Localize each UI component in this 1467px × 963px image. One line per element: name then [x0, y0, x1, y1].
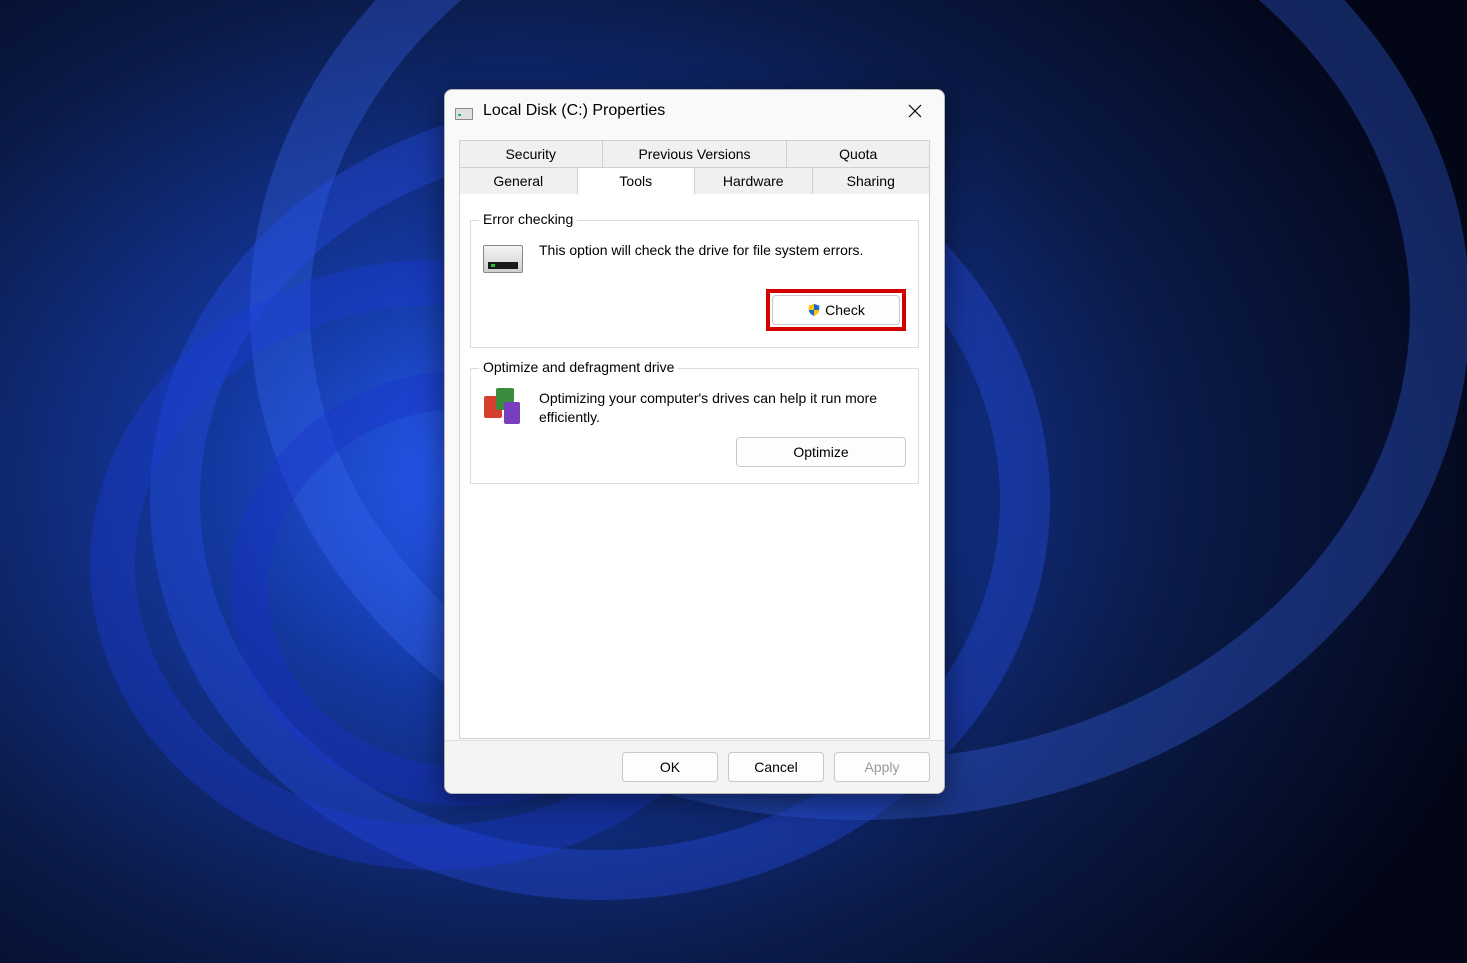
optimize-legend: Optimize and defragment drive — [479, 359, 678, 375]
tab-general[interactable]: General — [459, 167, 578, 194]
close-button[interactable] — [892, 95, 938, 127]
check-button[interactable]: Check — [772, 295, 900, 325]
drive-check-icon — [483, 239, 523, 279]
ok-button[interactable]: OK — [622, 752, 718, 782]
check-button-label: Check — [825, 302, 865, 318]
tab-previous-versions[interactable]: Previous Versions — [602, 140, 788, 167]
window-title: Local Disk (C:) Properties — [483, 102, 892, 120]
tab-hardware[interactable]: Hardware — [694, 167, 813, 194]
defrag-icon — [483, 387, 523, 427]
error-checking-legend: Error checking — [479, 211, 577, 227]
properties-dialog: Local Disk (C:) Properties Security Prev… — [444, 89, 945, 794]
cancel-button[interactable]: Cancel — [728, 752, 824, 782]
tab-quota[interactable]: Quota — [786, 140, 930, 167]
tab-content-tools: Error checking This option will check th… — [459, 194, 930, 739]
tab-security[interactable]: Security — [459, 140, 603, 167]
uac-shield-icon — [807, 303, 821, 317]
tab-sharing[interactable]: Sharing — [812, 167, 931, 194]
error-checking-group: Error checking This option will check th… — [470, 220, 919, 348]
titlebar[interactable]: Local Disk (C:) Properties — [445, 90, 944, 132]
optimize-button-label: Optimize — [793, 444, 848, 460]
highlight-annotation: Check — [766, 289, 906, 331]
optimize-button[interactable]: Optimize — [736, 437, 906, 467]
optimize-group: Optimize and defragment drive Optimizing… — [470, 368, 919, 484]
drive-icon — [455, 102, 475, 120]
dialog-footer: OK Cancel Apply — [445, 740, 944, 793]
tab-tools[interactable]: Tools — [577, 167, 696, 195]
error-checking-description: This option will check the drive for fil… — [539, 239, 863, 260]
tab-strip: Security Previous Versions Quota General… — [459, 140, 930, 195]
optimize-description: Optimizing your computer's drives can he… — [539, 387, 906, 427]
apply-button[interactable]: Apply — [834, 752, 930, 782]
close-icon — [907, 103, 923, 119]
